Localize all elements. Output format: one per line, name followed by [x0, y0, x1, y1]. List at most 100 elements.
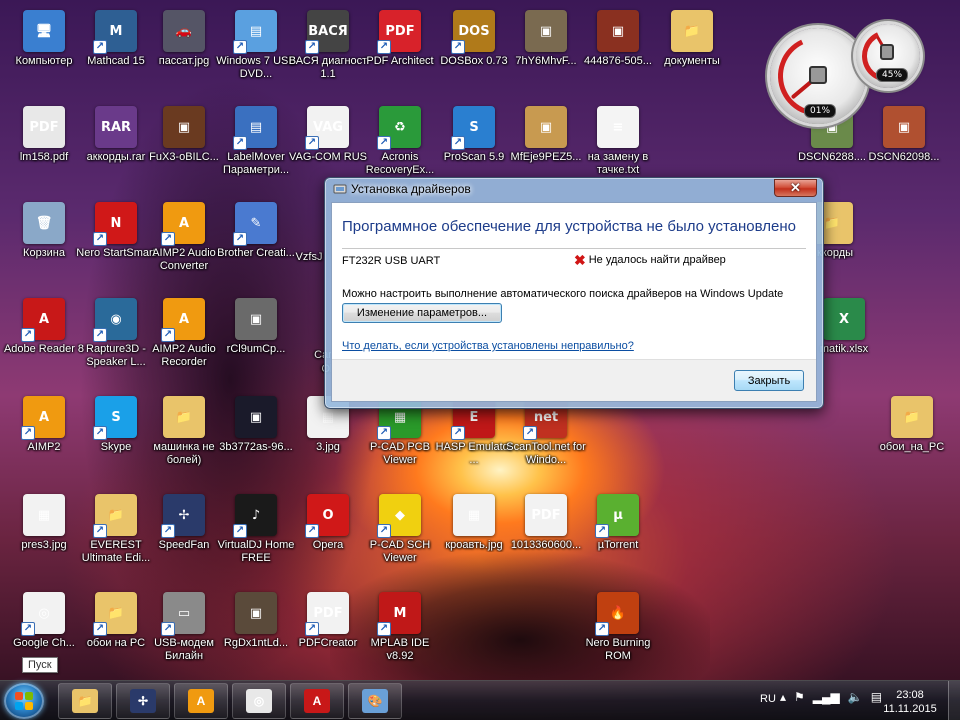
desktop-icon-label: на замену в тачке.txt — [587, 151, 649, 176]
desktop-icon-image: A ↗ — [161, 298, 205, 342]
shortcut-arrow-icon: ↗ — [161, 524, 175, 538]
desktop-icon[interactable]: µ ↗ µTorrent — [574, 494, 662, 552]
close-button[interactable]: Закрыть — [734, 370, 804, 391]
dialog-titlebar[interactable]: Установка драйверов ✕ — [325, 178, 823, 200]
network-signal-icon[interactable]: ▂▄▆ — [813, 690, 840, 704]
paint-icon: 🎨 — [362, 689, 388, 713]
icon-glyph: ▣ — [611, 23, 625, 39]
desktop-icon[interactable]: 📁 обои_на_PC — [868, 396, 956, 454]
desktop-icon-image: ♻ ↗ — [377, 106, 421, 150]
dialog-footer: Закрыть — [332, 359, 816, 401]
desktop-icon-image: ▣ — [525, 10, 567, 52]
desktop-icon[interactable]: ▣ rCl9umCp... — [212, 298, 300, 356]
desktop-icon-image: PDF ↗ — [305, 592, 349, 636]
desktop-icon-image: PDF — [525, 494, 567, 536]
icon-glyph: ◆ — [395, 507, 405, 523]
explorer-icon: 📁 — [72, 689, 98, 713]
dialog-title: Установка драйверов — [351, 182, 471, 196]
device-icon — [333, 184, 347, 194]
taskbar-glyph: 🎨 — [367, 694, 383, 708]
icon-glyph: ≡ — [612, 119, 624, 135]
taskbar-button-chrome[interactable]: ◎ — [232, 683, 286, 719]
desktop-icon-image: ▣ — [235, 592, 277, 634]
partial-label-text: VzfsJ — [295, 251, 323, 263]
action-center-flag-icon[interactable]: ⚑ — [794, 690, 805, 704]
shortcut-arrow-icon: ↗ — [233, 232, 247, 246]
taskbar-button-speedfan[interactable]: ✢ — [116, 683, 170, 719]
icon-glyph: ▦ — [321, 409, 335, 425]
icon-glyph: M — [109, 23, 123, 39]
icon-glyph: N — [110, 215, 122, 231]
help-link[interactable]: Что делать, если устройства установлены … — [342, 340, 634, 352]
desktop-icon-label: обои_на_PC — [879, 441, 945, 453]
taskbar-glyph: A — [312, 694, 322, 708]
taskbar-button-paint[interactable]: 🎨 — [348, 683, 402, 719]
change-settings-button[interactable]: Изменение параметров... — [342, 303, 502, 323]
device-name: FT232R USB UART — [342, 255, 441, 267]
desktop-icon[interactable]: ▣ DSCN62098... — [860, 106, 948, 164]
icon-glyph: ▣ — [539, 23, 553, 39]
desktop-icon-image: ◎ ↗ — [21, 592, 65, 636]
icon-glyph: X — [838, 311, 850, 327]
icon-glyph: net — [533, 409, 559, 425]
shortcut-arrow-icon: ↗ — [305, 622, 319, 636]
language-indicator[interactable]: RU — [760, 693, 776, 705]
icon-glyph: ▣ — [897, 119, 911, 135]
desktop-icon-image: ▣ — [597, 10, 639, 52]
desktop-icon[interactable]: ≡ на замену в тачке.txt — [574, 106, 662, 177]
taskbar-button-adobe-reader[interactable]: A — [290, 683, 344, 719]
taskbar-glyph: ✢ — [137, 694, 149, 708]
adobe-reader-icon: A — [304, 689, 330, 713]
icon-glyph: ♻ — [394, 119, 406, 135]
volume-icon[interactable]: 🔈 — [848, 690, 863, 704]
icon-glyph: ▣ — [249, 311, 263, 327]
icon-glyph: PDF — [531, 507, 561, 523]
icon-glyph: ▣ — [249, 605, 263, 621]
desktop-icon[interactable]: 🔥 ↗ Nero Burning ROM — [574, 592, 662, 663]
shortcut-arrow-icon: ↗ — [93, 328, 107, 342]
driver-install-dialog: Установка драйверов ✕ Программное обеспе… — [324, 177, 824, 409]
shortcut-arrow-icon: ↗ — [377, 426, 391, 440]
icon-glyph: RAR — [100, 119, 132, 135]
taskbar-button-aimp[interactable]: A — [174, 683, 228, 719]
desktop-icon-label: документы — [664, 55, 720, 67]
icon-glyph: ▦ — [467, 507, 481, 523]
tray-expand-icon[interactable]: ▴ — [780, 690, 786, 704]
shortcut-arrow-icon: ↗ — [21, 328, 35, 342]
error-icon: ✖ — [574, 252, 586, 268]
icon-glyph: E — [469, 409, 479, 425]
taskbar-button-explorer[interactable]: 📁 — [58, 683, 112, 719]
desktop-icon[interactable]: M ↗ MPLAB IDE v8.92 — [356, 592, 444, 663]
clock-date: 11.11.2015 — [883, 703, 937, 715]
dialog-divider — [342, 248, 806, 249]
memory-gauge-hub — [880, 44, 894, 60]
shortcut-arrow-icon: ↗ — [93, 524, 107, 538]
icon-glyph: ▤ — [249, 119, 263, 135]
shortcut-arrow-icon: ↗ — [377, 622, 391, 636]
dialog-body: Программное обеспечение для устройства н… — [331, 202, 817, 402]
desktop-icon-image: ▣ — [235, 298, 277, 340]
desktop-icon-image: ▭ ↗ — [161, 592, 205, 636]
icon-glyph: µ — [613, 507, 623, 523]
clock-time: 23:08 — [896, 689, 924, 701]
shortcut-arrow-icon: ↗ — [93, 622, 107, 636]
desktop-icon-image: RAR — [95, 106, 137, 148]
desktop-icon-image: ВАСЯ ↗ — [305, 10, 349, 54]
icon-glyph: VAG — [313, 119, 343, 135]
desktop-icon-label: ScanTool.net for Windo... — [506, 441, 586, 466]
desktop-icon[interactable]: 📁 документы — [648, 10, 736, 68]
start-button[interactable] — [4, 683, 44, 719]
desktop-icon-image: ▤ ↗ — [233, 106, 277, 150]
show-desktop-button[interactable] — [948, 681, 960, 720]
dialog-close-button[interactable]: ✕ — [774, 179, 817, 197]
windows-update-info: Можно настроить выполнение автоматическо… — [342, 288, 784, 300]
desktop-icon-image: ▣ — [525, 106, 567, 148]
icon-glyph: 📁 — [107, 605, 125, 621]
icon-glyph: ▤ — [249, 23, 263, 39]
shortcut-arrow-icon: ↗ — [595, 524, 609, 538]
desktop-icon-image: M ↗ — [93, 10, 137, 54]
desktop-icon[interactable]: ✎ ↗ Brother Creati... — [212, 202, 300, 260]
icon-glyph: M — [393, 605, 407, 621]
icon-glyph: ▭ — [177, 605, 191, 621]
clock[interactable]: 23:08 11.11.2015 — [878, 688, 942, 716]
